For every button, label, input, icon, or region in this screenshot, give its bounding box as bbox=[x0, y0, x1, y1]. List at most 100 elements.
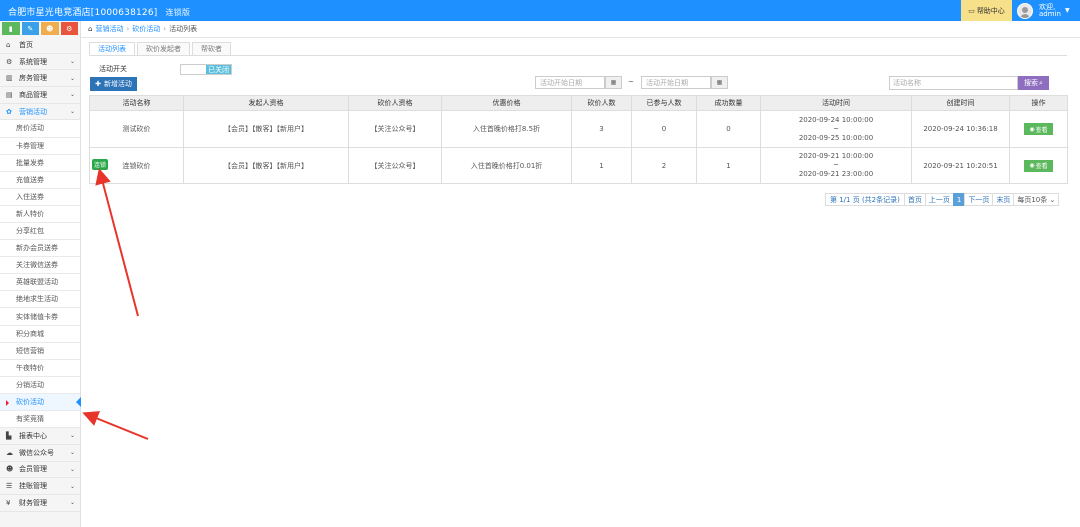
chevron-down-icon: ⌄ bbox=[69, 465, 75, 473]
column-header: 创建时间 bbox=[911, 95, 1010, 111]
view-button[interactable]: ◉ 查看 bbox=[1024, 123, 1053, 135]
sidebar-item-reports[interactable]: ▙ 报表中心 ⌄ bbox=[0, 428, 80, 445]
sidebar-subitem[interactable]: 有奖竞猜 bbox=[0, 411, 80, 429]
bargainer-qualification: 【关注公众号】 bbox=[348, 110, 442, 148]
username: admin bbox=[1039, 9, 1061, 18]
sidebar-item-finance[interactable]: ¥ 财务管理 ⌄ bbox=[0, 495, 80, 512]
prev-page-button[interactable]: 上一页 bbox=[924, 193, 954, 206]
pagination: 第 1/1 页 (共2条记录) 首页 上一页 1 下一页 末页 每页10条 ⌄ bbox=[825, 193, 1060, 206]
sidebar-subitem[interactable]: 充值送券 bbox=[0, 171, 80, 189]
monitor-icon: ▭ bbox=[968, 6, 975, 15]
column-header: 发起人资格 bbox=[183, 95, 349, 111]
tab-activity-list[interactable]: 活动列表 bbox=[89, 42, 135, 55]
chart-icon[interactable]: ▮ bbox=[2, 22, 20, 35]
tab-initiators[interactable]: 砍价发起者 bbox=[137, 42, 190, 55]
annotation-arrow bbox=[95, 168, 139, 317]
sidebar-item-rooms[interactable]: ▥ 房务管理 ⌄ bbox=[0, 70, 80, 88]
sidebar-item-members[interactable]: ☻ 会员管理 ⌄ bbox=[0, 462, 80, 479]
calendar-icon[interactable]: ▦ bbox=[711, 76, 728, 89]
add-activity-button[interactable]: ✚ 新增活动 bbox=[90, 77, 137, 91]
list-icon: ☰ bbox=[6, 482, 13, 491]
sidebar-subitem[interactable]: 分销活动 bbox=[0, 376, 80, 394]
marketing-submenu: 房价活动 卡券管理 批量发券 充值送券 入住送券 新人特价 分享红包 新办会员送券 关注微信送券… bbox=[0, 120, 81, 429]
sidebar-subitem[interactable]: 英雄联盟活动 bbox=[0, 274, 80, 292]
sidebar-item-goods[interactable]: ▤ 商品管理 ⌄ bbox=[0, 87, 80, 104]
avatar bbox=[1017, 2, 1033, 19]
next-page-button[interactable]: 下一页 bbox=[964, 193, 994, 206]
time-separator: ~ bbox=[833, 161, 839, 169]
end-date-input[interactable]: 活动开始日期 bbox=[641, 76, 711, 89]
sidebar-subitem[interactable]: 新办会员送券 bbox=[0, 240, 80, 258]
sidebar-subitem[interactable]: 关注微信送券 bbox=[0, 257, 80, 275]
sidebar-subitem[interactable]: 实体储值卡券 bbox=[0, 308, 80, 326]
sidebar-subitem[interactable]: 入住送券 bbox=[0, 188, 80, 206]
users-icon[interactable]: ☻ bbox=[41, 22, 59, 35]
search-button[interactable]: 搜索 ⌕ bbox=[1018, 76, 1049, 90]
bargain-count: 3 bbox=[571, 110, 632, 148]
calendar-icon[interactable]: ▦ bbox=[605, 76, 622, 89]
chevron-down-icon: ⌄ bbox=[69, 499, 75, 507]
finance-icon: ¥ bbox=[6, 498, 11, 507]
last-page-button[interactable]: 末页 bbox=[992, 193, 1015, 206]
sidebar-subitem[interactable]: 批量发券 bbox=[0, 154, 80, 172]
page-info: 第 1/1 页 (共2条记录) bbox=[825, 193, 905, 206]
sidebar-item-wechat[interactable]: ☁ 微信公众号 ⌄ bbox=[0, 445, 80, 462]
sidebar-item-system[interactable]: ⚙ 系统管理 ⌄ bbox=[0, 54, 80, 71]
eye-icon: ◉ bbox=[1029, 125, 1035, 133]
activity-name-cell: 连锁 连锁砍价 bbox=[89, 147, 184, 184]
joined-count: 2 bbox=[631, 147, 697, 184]
help-center-label: 帮助中心 bbox=[976, 6, 1005, 15]
page-size-select[interactable]: 每页10条 ⌄ bbox=[1013, 193, 1060, 206]
sidebar-subitem[interactable]: 午夜特价 bbox=[0, 359, 80, 377]
sidebar-subitem[interactable]: 短信营销 bbox=[0, 342, 80, 360]
breadcrumb-bargain[interactable]: 砍价活动 bbox=[132, 24, 160, 34]
tab-helpers[interactable]: 帮砍者 bbox=[192, 42, 231, 55]
users-icon: ☻ bbox=[6, 465, 14, 474]
pencil-icon[interactable]: ✎ bbox=[21, 22, 39, 35]
edition-label: 连锁版 bbox=[165, 8, 191, 17]
first-page-button[interactable]: 首页 bbox=[903, 193, 926, 206]
gear-icon[interactable]: ⚙ bbox=[60, 22, 78, 35]
sidebar-item-home[interactable]: ⌂ 首页 bbox=[0, 37, 80, 54]
activity-name-search-input[interactable]: 活动名称 bbox=[889, 76, 1018, 90]
sidebar-subitem[interactable]: 卡券管理 bbox=[0, 137, 80, 155]
divider bbox=[81, 37, 1080, 38]
sidebar-subitem[interactable]: 分享红包 bbox=[0, 223, 80, 241]
activity-switch-label: 活动开关 bbox=[99, 65, 127, 73]
end-time: 2020-09-21 23:00:00 bbox=[798, 170, 874, 178]
help-center-button[interactable]: ▭ 帮助中心 bbox=[961, 0, 1012, 21]
chevron-down-icon: ⌄ bbox=[69, 449, 75, 457]
eye-icon: ◉ bbox=[1029, 162, 1035, 169]
chevron-down-icon: ⌄ bbox=[69, 108, 75, 116]
sidebar-subitem[interactable]: 积分商城 bbox=[0, 325, 80, 343]
column-header: 优惠价格 bbox=[441, 95, 572, 111]
view-button[interactable]: ◉ 查看 bbox=[1024, 159, 1053, 172]
home-icon: ⌂ bbox=[6, 40, 11, 49]
activity-table: 活动名称 发起人资格 砍价人资格 优惠价格 砍价人数 已参与人数 成功数量 活动… bbox=[89, 95, 1068, 184]
start-date-input[interactable]: 活动开始日期 bbox=[535, 76, 605, 89]
activity-switch[interactable]: 已关闭 bbox=[180, 64, 232, 75]
success-count: 1 bbox=[696, 147, 761, 184]
column-header: 成功数量 bbox=[696, 95, 761, 111]
sidebar-subitem[interactable]: 砍价活动 bbox=[0, 393, 81, 412]
home-icon[interactable]: ⌂ bbox=[88, 25, 92, 33]
sidebar-subitem[interactable]: 绝地求生活动 bbox=[0, 291, 80, 309]
breadcrumb-current: 活动列表 bbox=[169, 25, 198, 33]
breadcrumb-marketing[interactable]: 营销活动 bbox=[95, 24, 123, 34]
bargain-count: 1 bbox=[571, 147, 632, 184]
column-header: 砍价人数 bbox=[571, 95, 632, 111]
activity-name: 连锁砍价 bbox=[122, 161, 151, 170]
divider bbox=[89, 55, 1067, 56]
gear-icon: ⚙ bbox=[6, 57, 13, 66]
sidebar-subitem[interactable]: 房价活动 bbox=[0, 120, 80, 138]
chevron-down-icon: ⌄ bbox=[69, 432, 75, 440]
hotel-name: 合肥市星光电竞酒店[1000638126] bbox=[8, 8, 158, 18]
sidebar-item-marketing[interactable]: ✿ 营销活动 ⌄ bbox=[0, 104, 80, 121]
breadcrumb-separator: › bbox=[163, 25, 167, 33]
success-count: 0 bbox=[696, 110, 761, 148]
sidebar-subitem[interactable]: 新人特价 bbox=[0, 205, 80, 223]
sidebar-item-credit[interactable]: ☰ 挂账管理 ⌄ bbox=[0, 478, 80, 495]
user-menu[interactable]: 欢迎, admin ▼ bbox=[1014, 0, 1080, 21]
column-header: 砍价人资格 bbox=[348, 95, 442, 111]
start-time: 2020-09-24 10:00:00 bbox=[798, 115, 874, 124]
